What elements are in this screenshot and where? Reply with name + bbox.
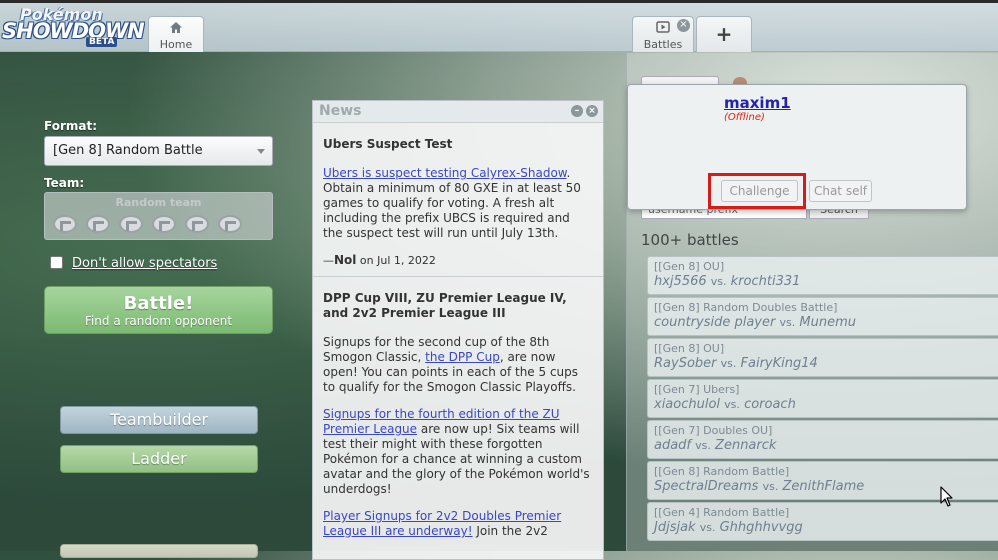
more-button[interactable] <box>60 544 258 558</box>
news-headline: DPP Cup VIII, ZU Premier League IV, and … <box>323 291 567 320</box>
ladder-button[interactable]: Ladder <box>60 445 258 473</box>
news-panel: News – × Ubers Suspect Test Ubers is sus… <box>312 100 604 560</box>
news-paragraph: Signups for the second cup of the 8th Sm… <box>323 335 593 395</box>
vs-label: vs. <box>720 357 737 370</box>
team-placeholder: Random team <box>115 196 202 209</box>
player-2: Munemu <box>799 315 856 330</box>
vs-label: vs. <box>724 398 740 411</box>
battle-format: [[Gen 8] Random Battle] <box>654 465 790 478</box>
tab-home-label: Home <box>159 38 193 51</box>
pokeball-icon <box>218 215 242 233</box>
news-item: DPP Cup VIII, ZU Premier League IV, and … <box>313 277 603 547</box>
tab-battles-label: Battles <box>643 38 683 51</box>
chevron-down-icon <box>257 149 265 154</box>
player-2: Ghhghhvvgg <box>719 520 803 535</box>
top-bar: Pokémon SHOWDOWN BETA Home Battles × + <box>0 0 998 52</box>
news-paragraph: Player Signups for 2v2 Doubles Premier L… <box>323 509 593 539</box>
close-tab-icon[interactable]: × <box>677 19 690 32</box>
player-1: adadf <box>654 438 692 453</box>
logo-line-2: SHOWDOWN <box>2 19 145 43</box>
news-body: Ubers is suspect testing Calyrex-Shadow.… <box>323 166 593 241</box>
home-icon <box>149 21 203 35</box>
news-item: Ubers Suspect Test Ubers is suspect test… <box>313 123 603 277</box>
battle-format: [[Gen 7] Doubles OU] <box>654 424 773 437</box>
news-title: News <box>319 103 362 119</box>
pokeball-icon <box>152 215 176 233</box>
vs-label: vs. <box>695 439 711 452</box>
team-select[interactable]: Random team <box>44 192 273 240</box>
top-border <box>0 0 998 3</box>
player-2: ZenithFlame <box>782 479 865 494</box>
format-select[interactable]: [Gen 8] Random Battle <box>44 136 273 166</box>
news-date: on Jul 1, 2022 <box>359 254 436 267</box>
vs-label: vs. <box>762 480 779 493</box>
spectators-label[interactable]: Don't allow spectators <box>72 256 217 271</box>
news-link[interactable]: Ubers is suspect testing Calyrex-Shadow <box>323 166 567 180</box>
popup-status: (Offline) <box>724 112 765 123</box>
chat-self-button[interactable]: Chat self <box>809 180 872 202</box>
battle-players: Jdjsjak vs. Ghhghhvvgg <box>654 520 992 535</box>
pokeball-icon <box>86 215 110 233</box>
battle-button-title: Battle! <box>123 293 194 314</box>
team-pokeball-row <box>53 215 251 236</box>
new-tab-button[interactable]: + <box>696 16 752 52</box>
player-1: countryside player <box>654 315 776 330</box>
battle-format: [[Gen 8] OU] <box>654 260 725 273</box>
battle-players: xiaochulol vs. coroach <box>654 397 992 412</box>
battle-players: countryside player vs. Munemu <box>654 315 992 330</box>
news-link[interactable]: the DPP Cup <box>425 350 500 364</box>
vs-label: vs. <box>710 275 727 288</box>
news-headline: Ubers Suspect Test <box>323 137 453 151</box>
format-select-value: [Gen 8] Random Battle <box>53 143 203 158</box>
spectators-checkbox[interactable] <box>50 256 63 269</box>
battle-format: [[Gen 7] Ubers] <box>654 383 740 396</box>
battle-row[interactable]: [[Gen 8] OU] RaySober vs. FairyKing14 <box>647 338 998 377</box>
battle-format: [[Gen 8] Random Doubles Battle] <box>654 301 838 314</box>
battle-players: hxj5566 vs. krochti331 <box>654 274 992 289</box>
news-author: Nol <box>334 253 357 267</box>
vs-label: vs. <box>699 521 716 534</box>
news-paragraph: Signups for the fourth edition of the ZU… <box>323 407 593 497</box>
news-signature: —Nol on Jul 1, 2022 <box>323 253 436 267</box>
battle-row[interactable]: [[Gen 7] Doubles OU] adadf vs. Zennarck <box>647 420 998 459</box>
news-header: News – × <box>313 101 603 123</box>
challenge-highlight-box <box>708 173 806 209</box>
battles-count: 100+ battles <box>641 231 739 249</box>
popup-username[interactable]: maxim1 <box>724 94 791 112</box>
player-2: coroach <box>744 397 796 412</box>
tab-home[interactable]: Home <box>148 16 204 52</box>
player-1: Jdjsjak <box>654 520 696 535</box>
player-1: hxj5566 <box>654 274 707 289</box>
battle-button-subtitle: Find a random opponent <box>84 314 233 328</box>
player-1: xiaochulol <box>654 397 721 412</box>
battle-row[interactable]: [[Gen 7] Ubers] xiaochulol vs. coroach <box>647 379 998 418</box>
news-text: Join the 2v2 <box>472 524 548 538</box>
logo[interactable]: Pokémon SHOWDOWN BETA <box>2 5 145 49</box>
tab-battles[interactable]: Battles × <box>632 16 694 52</box>
battle-players: adadf vs. Zennarck <box>654 438 992 453</box>
player-1: RaySober <box>654 356 717 371</box>
player-2: Zennarck <box>715 438 777 453</box>
player-2: krochti331 <box>730 274 801 289</box>
team-label: Team: <box>44 176 85 190</box>
pokeball-icon <box>119 215 143 233</box>
format-label: Format: <box>44 119 98 133</box>
battle-players: RaySober vs. FairyKing14 <box>654 356 992 371</box>
pokeball-icon <box>185 215 209 233</box>
player-2: FairyKing14 <box>740 356 818 371</box>
pokeball-icon <box>53 215 77 233</box>
battle-format: [[Gen 8] OU] <box>654 342 725 355</box>
battle-row[interactable]: [[Gen 8] Random Doubles Battle] countrys… <box>647 297 998 336</box>
minimize-icon[interactable]: – <box>571 105 583 117</box>
battle-row[interactable]: [[Gen 8] OU] hxj5566 vs. krochti331 <box>647 256 998 295</box>
player-1: SpectralDreams <box>654 479 759 494</box>
vs-label: vs. <box>779 316 796 329</box>
teambuilder-button[interactable]: Teambuilder <box>60 406 258 434</box>
close-icon[interactable]: × <box>586 105 598 117</box>
logo-badge: BETA <box>86 37 118 47</box>
battle-button[interactable]: Battle! Find a random opponent <box>44 286 273 334</box>
mouse-cursor-icon <box>940 486 954 512</box>
